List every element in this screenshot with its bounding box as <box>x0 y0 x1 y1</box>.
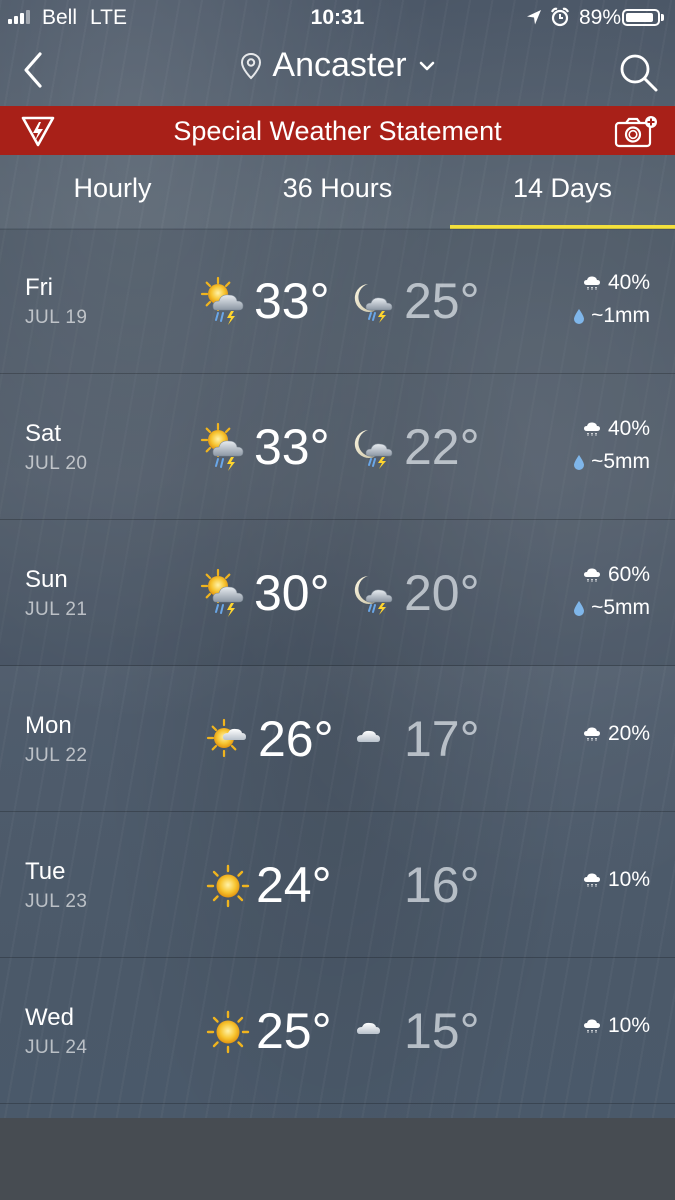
sun-cloud-thunderstorm-icon <box>200 422 244 471</box>
cloud-rain-icon <box>583 422 600 436</box>
day-date: JUL 24 <box>25 1037 88 1058</box>
precip-value: ~1mm <box>591 304 650 327</box>
precip-probability: 60% <box>582 563 650 587</box>
daily-forecast-list: Fri JUL 19 33° 25° 40% ~1mm Sat JUL 20 3… <box>0 228 675 1104</box>
precip-probability: 20% <box>582 722 650 746</box>
high-temperature: 33° <box>254 419 330 475</box>
day-name: Sun <box>25 566 68 593</box>
forecast-row-sat[interactable]: Sat JUL 20 33° 22° 40% ~5mm <box>0 374 675 520</box>
cloud-rain-icon <box>583 873 600 887</box>
high-temperature: 24° <box>256 857 332 913</box>
sun-cloud-icon <box>206 718 246 758</box>
day-name: Fri <box>25 274 53 301</box>
moon-cloud-icon <box>357 1016 388 1046</box>
low-temperature: 16° <box>404 857 480 913</box>
battery-tip <box>661 14 664 21</box>
moon-icon <box>364 872 385 900</box>
cloud-rain-icon <box>583 1019 600 1033</box>
precip-amount: ~5mm <box>573 596 650 620</box>
precip-probability: 10% <box>582 868 650 892</box>
low-temperature: 22° <box>404 419 480 475</box>
sun-cloud-thunderstorm-icon <box>200 276 244 325</box>
battery-icon <box>622 9 660 26</box>
location-name: Ancaster <box>272 46 407 84</box>
day-name: Wed <box>25 1004 74 1031</box>
tab-14-days[interactable]: 14 Days <box>450 155 675 229</box>
pop-value: 10% <box>607 868 650 891</box>
precip-amount: ~5mm <box>573 450 650 474</box>
raindrop-icon <box>574 309 585 324</box>
raindrop-icon <box>574 601 585 616</box>
tab-hourly[interactable]: Hourly <box>0 155 225 229</box>
moon-cloud-thunderstorm-icon <box>354 430 393 469</box>
pop-value: 60% <box>607 563 650 586</box>
pop-value: 40% <box>607 417 650 440</box>
day-name: Sat <box>25 420 62 447</box>
precip-value: ~5mm <box>591 596 650 619</box>
high-temperature: 26° <box>258 711 334 767</box>
weather-alert-banner[interactable]: Special Weather Statement <box>0 106 675 155</box>
pop-value: 40% <box>607 271 650 294</box>
low-temperature: 17° <box>404 711 480 767</box>
high-temperature: 33° <box>254 273 330 329</box>
cloud-rain-icon <box>583 276 600 290</box>
precip-value: ~5mm <box>591 450 650 473</box>
precip-probability: 40% <box>582 417 650 441</box>
high-temperature: 30° <box>254 565 330 621</box>
day-date: JUL 20 <box>25 453 88 474</box>
status-time: 10:31 <box>310 6 365 29</box>
battery-percent: 89% <box>579 6 622 29</box>
forecast-row-wed[interactable]: Wed JUL 24 25° 15° 10% <box>0 958 675 1104</box>
precip-probability: 10% <box>582 1014 650 1038</box>
day-date: JUL 21 <box>25 599 88 620</box>
search-icon[interactable] <box>616 50 660 94</box>
forecast-tabs: Hourly 36 Hours 14 Days <box>0 155 675 229</box>
cloud-rain-icon <box>583 568 600 582</box>
forecast-row-sun[interactable]: Sun JUL 21 30° 20° 60% ~5mm <box>0 520 675 666</box>
location-selector[interactable]: Ancaster <box>0 46 675 85</box>
raindrop-icon <box>574 455 585 470</box>
sun-cloud-thunderstorm-icon <box>200 568 244 617</box>
cloud-rain-icon <box>583 727 600 741</box>
pop-value: 20% <box>607 722 650 745</box>
tab-36-hours[interactable]: 36 Hours <box>225 155 450 229</box>
low-temperature: 15° <box>404 1003 480 1059</box>
day-date: JUL 19 <box>25 307 88 328</box>
day-name: Tue <box>25 858 66 885</box>
moon-cloud-thunderstorm-icon <box>354 284 393 323</box>
location-services-icon <box>527 10 541 25</box>
day-date: JUL 22 <box>25 745 88 766</box>
day-name: Mon <box>25 712 72 739</box>
sun-icon <box>206 1010 250 1054</box>
bottom-bar <box>0 1118 675 1200</box>
header: Ancaster <box>0 36 675 106</box>
sun-icon <box>206 864 250 908</box>
alert-text: Special Weather Statement <box>173 116 502 146</box>
precip-probability: 40% <box>582 271 650 295</box>
day-date: JUL 23 <box>25 891 88 912</box>
forecast-row-tue[interactable]: Tue JUL 23 24° 16° 10% <box>0 812 675 958</box>
forecast-row-mon[interactable]: Mon JUL 22 26° 17° 20% <box>0 666 675 812</box>
precip-amount: ~1mm <box>573 304 650 328</box>
camera-add-icon[interactable] <box>614 115 658 149</box>
low-temperature: 25° <box>404 273 480 329</box>
moon-cloud-icon <box>357 724 388 754</box>
location-pin-icon <box>241 52 262 79</box>
pop-value: 10% <box>607 1014 650 1037</box>
forecast-row-fri[interactable]: Fri JUL 19 33° 25° 40% ~1mm <box>0 228 675 374</box>
alarm-clock-icon <box>551 7 569 27</box>
low-temperature: 20° <box>404 565 480 621</box>
high-temperature: 25° <box>256 1003 332 1059</box>
chevron-down-icon <box>419 61 434 70</box>
status-bar: Bell LTE 10:31 89% <box>0 0 675 36</box>
moon-cloud-thunderstorm-icon <box>354 576 393 615</box>
